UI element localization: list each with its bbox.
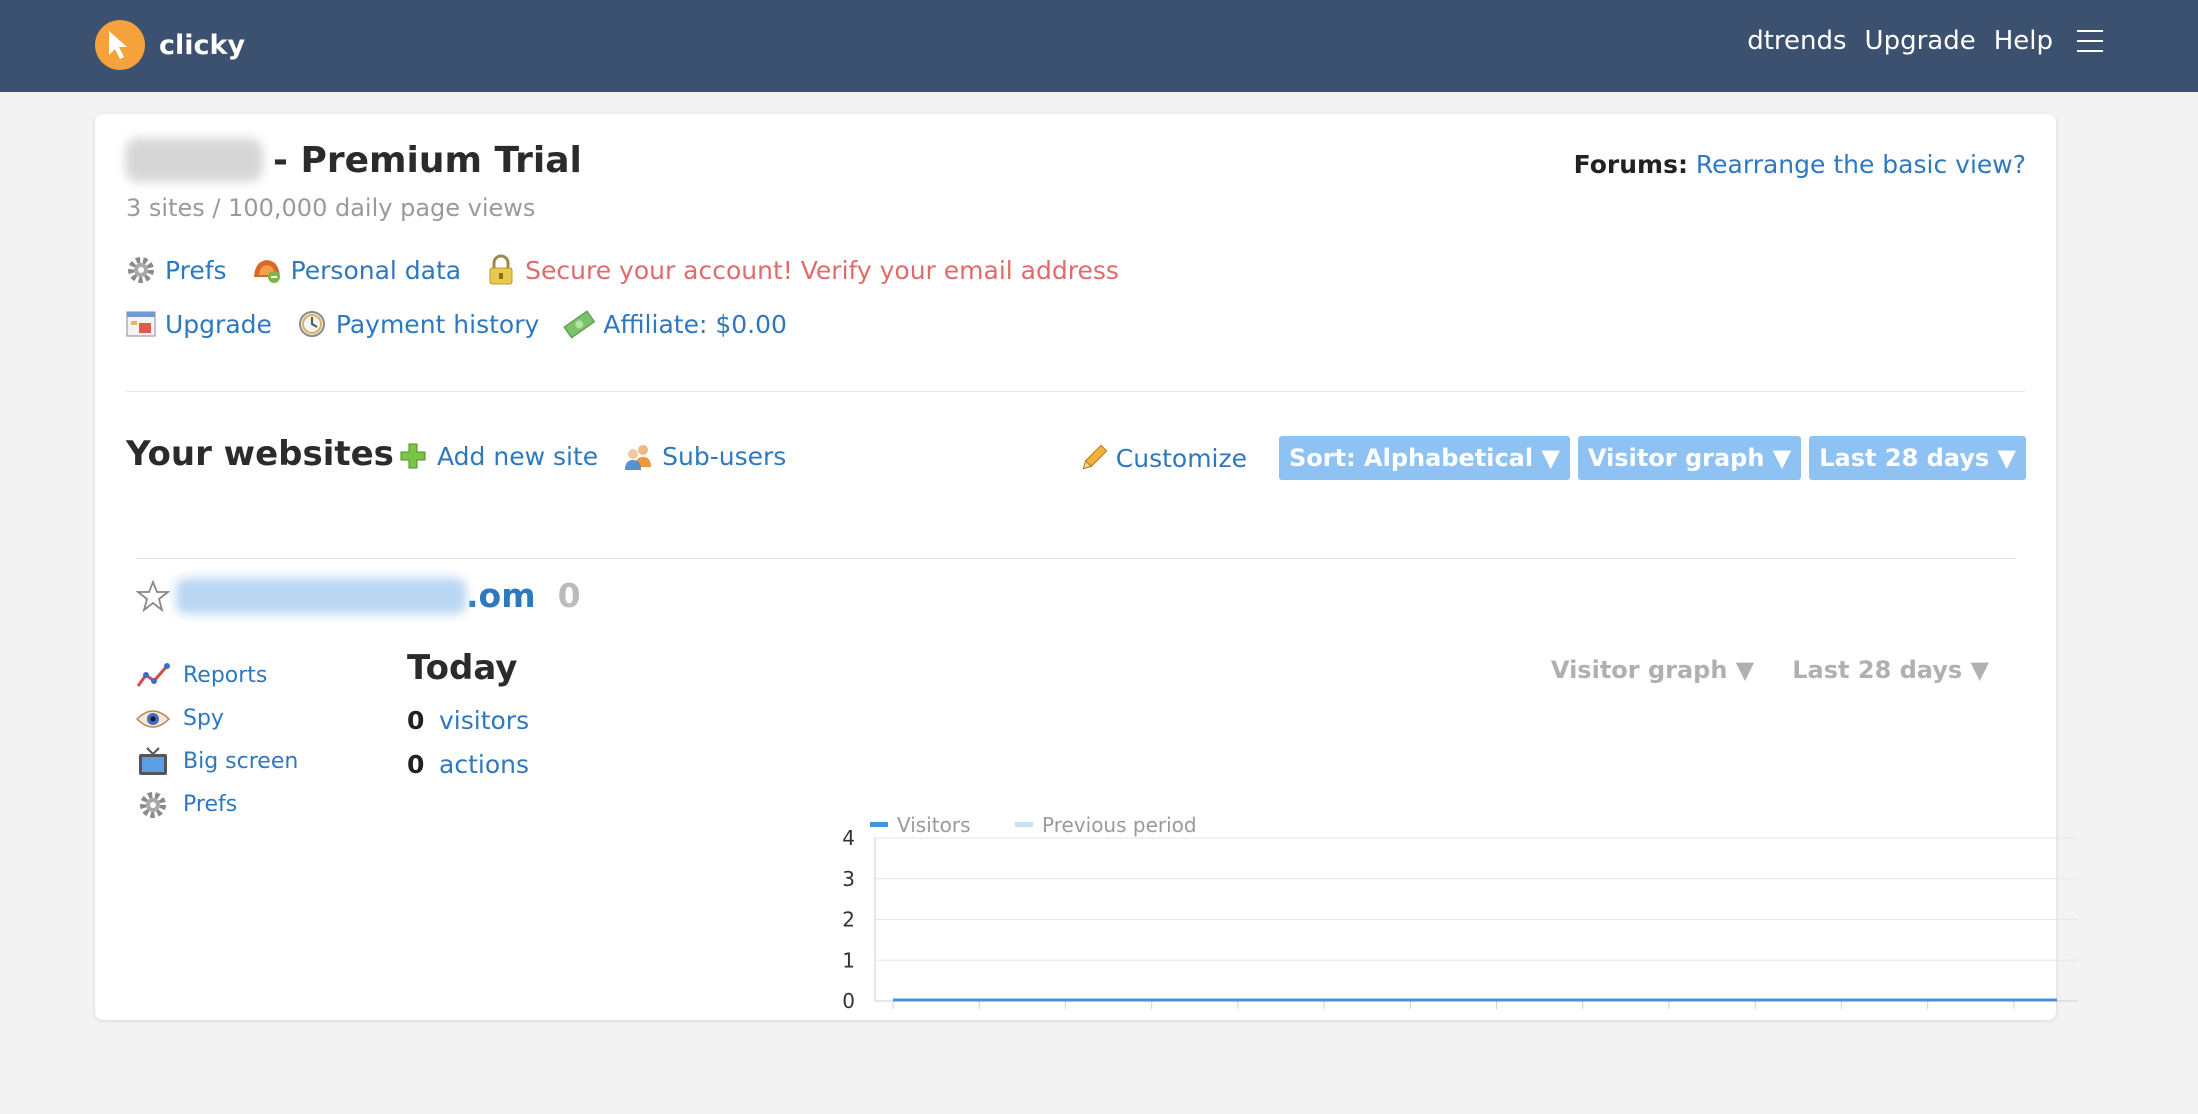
site-graph-select[interactable]: Visitor graph ▼ <box>1551 656 1754 684</box>
today-summary: Today 0 visitors 0 actions <box>407 648 529 786</box>
actions-count: 0 <box>407 749 425 779</box>
sort-dropdown[interactable]: Sort: Alphabetical ▼ <box>1279 436 1570 480</box>
visitor-chart: VisitorsPrevious period01234Jul 28Aug 1A… <box>842 813 2078 1013</box>
account-title: - Premium Trial <box>125 138 582 182</box>
y-tick-label: 1 <box>842 948 855 972</box>
payment-history-link[interactable]: Payment history <box>296 308 539 340</box>
window-icon <box>125 308 157 340</box>
y-tick-label: 4 <box>842 826 855 850</box>
tv-icon <box>135 746 171 778</box>
lock-icon <box>485 254 517 286</box>
section-divider <box>126 391 2025 392</box>
y-tick-label: 2 <box>842 908 855 932</box>
site-prefs-link[interactable]: Prefs <box>135 783 298 826</box>
spy-link[interactable]: Spy <box>135 697 298 740</box>
date-range-dropdown[interactable]: Last 28 days ▼ <box>1809 436 2026 480</box>
gear-icon <box>125 254 157 286</box>
top-bar: clicky dtrends Upgrade Help <box>0 0 2198 92</box>
account-name-redacted <box>125 138 263 182</box>
legend-label: Visitors <box>897 813 971 837</box>
site-menu: Reports Spy Big screen Prefs <box>135 654 298 826</box>
big-screen-link[interactable]: Big screen <box>135 740 298 783</box>
nav-user[interactable]: dtrends <box>1747 26 1846 56</box>
nav-upgrade[interactable]: Upgrade <box>1865 26 1976 56</box>
hamburger-menu-icon[interactable] <box>2077 30 2103 52</box>
plus-icon <box>397 440 429 472</box>
reports-link[interactable]: Reports <box>135 654 298 697</box>
graph-controls: Visitor graph ▼ Last 28 days ▼ <box>1551 656 1989 684</box>
legend-label: Previous period <box>1042 813 1197 837</box>
y-tick-label: 0 <box>842 989 855 1013</box>
upgrade-link[interactable]: Upgrade <box>125 308 272 340</box>
account-plan: - Premium Trial <box>273 139 582 181</box>
logo[interactable]: clicky <box>95 20 245 70</box>
verify-email-link[interactable]: Secure your account! Verify your email a… <box>485 254 1119 286</box>
forums-label: Forums: <box>1573 150 1688 179</box>
today-heading: Today <box>407 648 518 688</box>
site-divider <box>136 558 2016 559</box>
site-domain-tld[interactable]: .om <box>466 576 536 615</box>
top-nav: dtrends Upgrade Help <box>1747 26 2103 56</box>
site-domain-redacted[interactable] <box>176 577 466 614</box>
visitors-link[interactable]: visitors <box>439 706 529 735</box>
forums-note: Forums: Rearrange the basic view? <box>1574 150 2026 179</box>
visitor-graph-dropdown[interactable]: Visitor graph ▼ <box>1577 436 1802 480</box>
dashboard-card: - Premium Trial 3 sites / 100,000 daily … <box>95 114 2078 1020</box>
eye-icon <box>135 703 171 735</box>
website-controls: Customize Sort: Alphabetical ▼ Visitor g… <box>1078 436 2026 480</box>
gear-icon <box>135 789 171 821</box>
site-range-select[interactable]: Last 28 days ▼ <box>1792 656 1989 684</box>
websites-links: Add new site Sub-users <box>397 440 810 472</box>
site-header: .om 0 <box>136 576 581 615</box>
legend-swatch <box>870 822 888 827</box>
pencil-icon <box>1078 442 1110 474</box>
sub-users-button[interactable]: Sub-users <box>622 440 786 472</box>
today-actions: 0 actions <box>407 742 529 786</box>
customize-button[interactable]: Customize <box>1078 442 1247 474</box>
visitors-count: 0 <box>407 705 425 735</box>
actions-link[interactable]: actions <box>439 750 529 779</box>
forums-link[interactable]: Rearrange the basic view? <box>1696 150 2026 179</box>
websites-heading: Your websites <box>126 434 394 474</box>
clock-icon <box>296 308 328 340</box>
star-icon[interactable] <box>136 579 170 613</box>
cursor-logo-icon <box>95 20 145 70</box>
add-new-site-button[interactable]: Add new site <box>397 440 598 472</box>
y-tick-label: 3 <box>842 867 855 891</box>
personal-data-link[interactable]: Personal data <box>251 254 461 286</box>
nav-help[interactable]: Help <box>1994 26 2053 56</box>
affiliate-link[interactable]: Affiliate: $0.00 <box>563 308 787 340</box>
shield-user-icon <box>251 254 283 286</box>
users-icon <box>622 440 654 472</box>
prefs-link[interactable]: Prefs <box>125 254 227 286</box>
logo-text: clicky <box>159 29 246 61</box>
account-links-row-2: Upgrade Payment history Affiliate: $0.00 <box>125 308 811 340</box>
site-visitor-count: 0 <box>557 576 581 615</box>
account-links-row-1: Prefs Personal data Secure your account!… <box>125 254 1143 286</box>
chart-line-icon <box>135 660 171 692</box>
today-visitors: 0 visitors <box>407 698 529 742</box>
money-icon <box>563 308 596 340</box>
account-subtitle: 3 sites / 100,000 daily page views <box>126 194 536 222</box>
legend-swatch <box>1015 822 1033 827</box>
